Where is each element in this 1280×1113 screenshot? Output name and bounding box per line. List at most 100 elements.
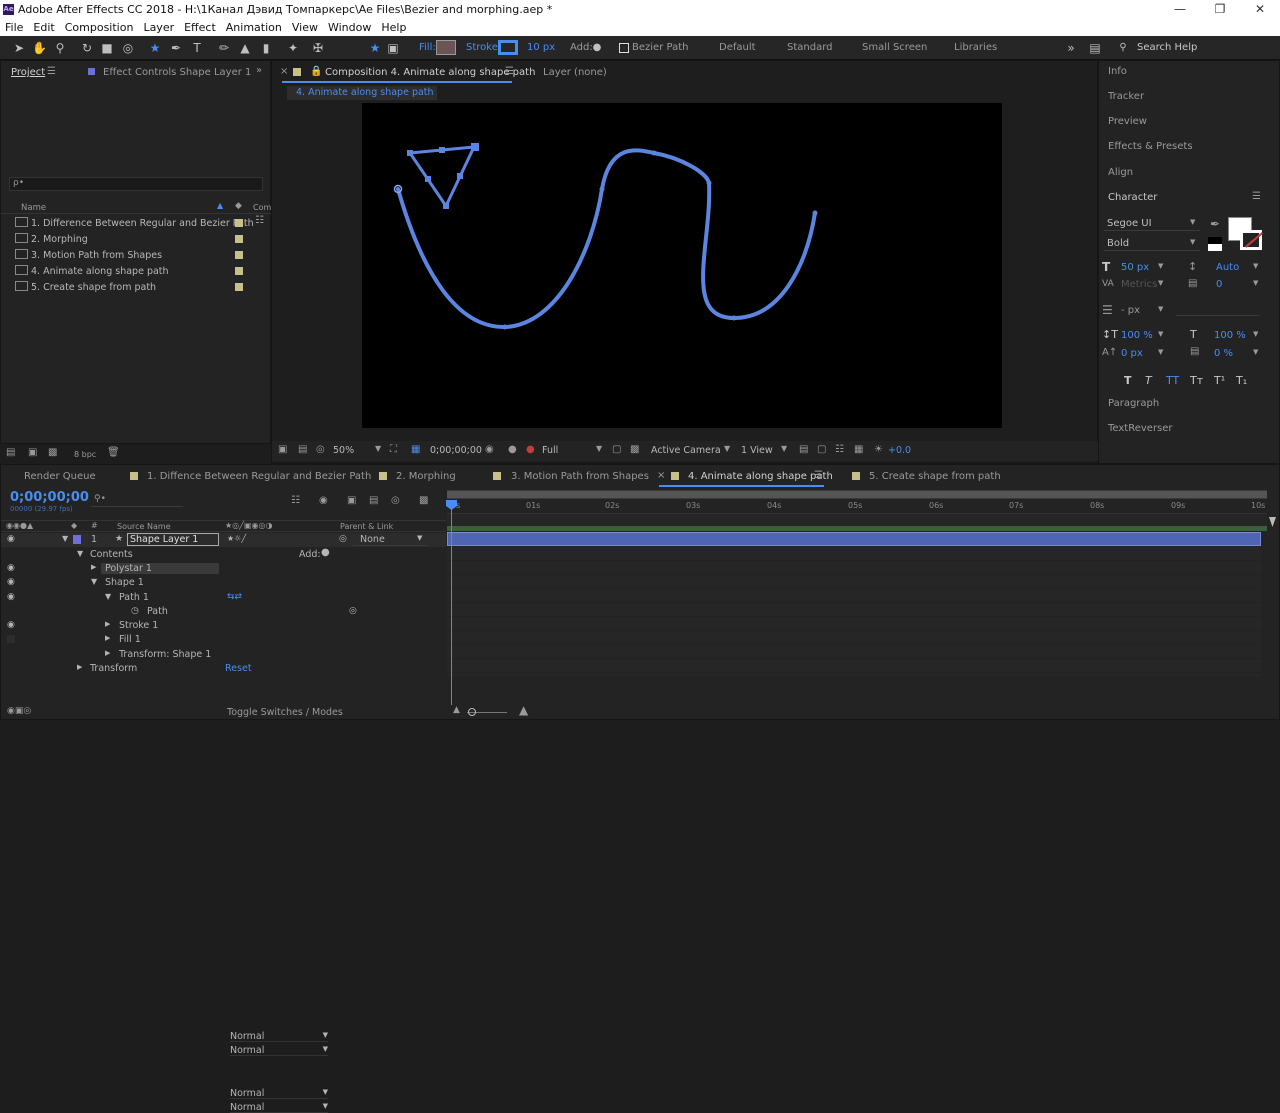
- work-area-bar[interactable]: [447, 490, 1267, 499]
- work-area-range[interactable]: [447, 491, 1267, 498]
- new-composition-icon[interactable]: ▩: [48, 447, 57, 458]
- layer-switches-icon[interactable]: ★☼╱: [227, 534, 246, 543]
- workspace-default[interactable]: Default: [719, 42, 756, 53]
- transparency-grid-icon[interactable]: ▦: [411, 444, 420, 455]
- path-direction-icon[interactable]: ⇆⇄: [227, 592, 242, 602]
- motion-blur-icon[interactable]: ◎: [391, 495, 400, 506]
- font-family-select[interactable]: Segoe UI ▼: [1104, 217, 1200, 231]
- kerning-value[interactable]: Metrics: [1121, 279, 1157, 290]
- search-icon[interactable]: ⚲: [1116, 41, 1130, 55]
- visibility-eye-icon[interactable]: ◉: [7, 620, 15, 630]
- project-item[interactable]: 5. Create shape from path: [15, 281, 156, 295]
- tab-comp-4[interactable]: 4. Animate along shape path: [688, 471, 833, 482]
- chevron-down-icon[interactable]: ▼: [1158, 262, 1163, 270]
- color-channel-icon[interactable]: ●: [508, 444, 517, 455]
- bezier-path-checkbox[interactable]: [619, 43, 629, 53]
- project-item[interactable]: 4. Animate along shape path: [15, 265, 169, 279]
- blend-mode-select[interactable]: Normal ▼: [230, 1031, 328, 1042]
- hand-tool-icon[interactable]: ✋: [32, 41, 47, 55]
- views-select[interactable]: 1 View: [741, 445, 773, 456]
- menu-file[interactable]: File: [0, 20, 28, 36]
- trash-icon[interactable]: 🗑: [107, 447, 120, 458]
- layer-switches-toggle-icon[interactable]: ◉▣◎: [7, 706, 31, 716]
- workspace-standard[interactable]: Standard: [787, 42, 833, 53]
- workspace-menu-icon[interactable]: ▤: [1088, 41, 1102, 55]
- expand-triangle-icon[interactable]: ▼: [62, 534, 68, 543]
- eyedropper-icon[interactable]: ✒: [1210, 217, 1220, 231]
- chevron-down-icon[interactable]: ▼: [1253, 330, 1258, 338]
- exposure-value[interactable]: +0.0: [888, 445, 911, 456]
- pen-tool-icon[interactable]: ✒: [169, 41, 183, 55]
- label-swatch[interactable]: [235, 283, 243, 291]
- search-help-input[interactable]: Search Help: [1137, 42, 1197, 53]
- label-swatch[interactable]: [235, 267, 243, 275]
- pixel-aspect-icon[interactable]: ▤: [799, 444, 808, 455]
- project-item[interactable]: 3. Motion Path from Shapes: [15, 249, 162, 263]
- zoom-out-icon[interactable]: ▲: [453, 705, 460, 715]
- tab-layer[interactable]: Layer (none): [543, 67, 607, 78]
- transform-shape-row[interactable]: ▶ Transform: Shape 1: [1, 648, 446, 662]
- chevron-down-icon[interactable]: ▼: [1253, 348, 1258, 356]
- layer-row[interactable]: ◉ ▼ 1 ★ Shape Layer 1 ★☼╱ ◎ None ▼: [1, 533, 446, 547]
- sort-up-icon[interactable]: ▲: [217, 201, 223, 210]
- tab-menu-icon[interactable]: ☰: [814, 470, 823, 481]
- panel-info[interactable]: Info: [1108, 66, 1127, 77]
- mask-option-icon[interactable]: ▣: [386, 41, 400, 55]
- chevron-down-icon[interactable]: ▼: [417, 534, 422, 542]
- selection-tool-icon[interactable]: ➤: [12, 41, 26, 55]
- superscript-button[interactable]: T¹: [1214, 374, 1225, 387]
- font-size-value[interactable]: 50 px: [1121, 262, 1149, 273]
- draft-3d-icon[interactable]: ◉: [319, 495, 328, 506]
- toggle-switches-modes[interactable]: Toggle Switches / Modes: [227, 707, 343, 718]
- chevron-down-icon[interactable]: ▼: [1158, 305, 1163, 313]
- project-menu-icon[interactable]: ☰: [47, 66, 56, 77]
- interpret-footage-icon[interactable]: ▤: [6, 447, 15, 458]
- close-tab-icon[interactable]: ×: [657, 470, 665, 481]
- fill-row[interactable]: ▶ Fill 1: [1, 633, 446, 647]
- faux-bold-button[interactable]: T: [1124, 374, 1132, 387]
- leading-value[interactable]: Auto: [1216, 262, 1239, 273]
- tab-comp-3[interactable]: 3. Motion Path from Shapes: [511, 471, 649, 482]
- reset-link[interactable]: Reset: [225, 663, 252, 674]
- playhead-line[interactable]: [451, 500, 452, 705]
- layer-label-color[interactable]: [73, 535, 81, 544]
- rotate-tool-icon[interactable]: ↻: [80, 41, 94, 55]
- vertical-scale-value[interactable]: 100 %: [1121, 330, 1153, 341]
- chevron-down-icon[interactable]: ▼: [375, 444, 381, 453]
- graph-editor-icon[interactable]: ▩: [419, 495, 428, 506]
- project-item[interactable]: 1. Difference Between Regular and Bezier…: [15, 217, 254, 231]
- stroke-color-swatch[interactable]: [1240, 230, 1264, 250]
- roto-brush-tool-icon[interactable]: ✦: [286, 41, 300, 55]
- column-name[interactable]: Name: [21, 203, 46, 213]
- flowchart-view-icon[interactable]: ▦: [854, 444, 863, 455]
- shape-layer-canvas[interactable]: [362, 103, 1002, 428]
- timeline-timecode[interactable]: 0;00;00;00: [10, 490, 89, 505]
- font-style-select[interactable]: Bold ▼: [1104, 237, 1200, 251]
- chevron-down-icon[interactable]: ▼: [1158, 330, 1163, 338]
- vr-icon[interactable]: ▤: [298, 444, 307, 455]
- expand-triangle-icon[interactable]: ▼: [105, 592, 111, 601]
- tab-render-queue[interactable]: Render Queue: [24, 471, 96, 482]
- subscript-button[interactable]: T₁: [1236, 374, 1247, 387]
- panel-tracker[interactable]: Tracker: [1108, 91, 1144, 102]
- menu-layer[interactable]: Layer: [138, 20, 179, 36]
- tab-comp-5[interactable]: 5. Create shape from path: [869, 471, 1001, 482]
- shape-row[interactable]: ◉ ▼ Shape 1: [1, 576, 446, 590]
- blend-mode-select[interactable]: Normal ▼: [230, 1045, 328, 1056]
- menu-window[interactable]: Window: [323, 20, 376, 36]
- source-name-header[interactable]: Source Name: [117, 522, 171, 531]
- black-white-swatch[interactable]: [1208, 237, 1222, 251]
- stroke-width-value[interactable]: 10 px: [527, 42, 555, 53]
- current-time[interactable]: 0;00;00;00: [430, 445, 482, 456]
- tab-menu-icon[interactable]: ☰: [505, 66, 514, 77]
- type-tool-icon[interactable]: T: [190, 41, 204, 55]
- camera-tool-icon[interactable]: ■: [100, 41, 114, 55]
- visibility-eye-icon[interactable]: ◉: [7, 534, 15, 544]
- workspace-libraries[interactable]: Libraries: [954, 42, 997, 53]
- comp-breadcrumb[interactable]: 4. Animate along shape path: [287, 86, 437, 100]
- timeline-search-input[interactable]: ⚲•: [91, 494, 183, 507]
- new-folder-icon[interactable]: ▣: [28, 447, 37, 458]
- project-item[interactable]: 2. Morphing: [15, 233, 88, 247]
- toggle-transparency-icon[interactable]: ▩: [630, 444, 639, 455]
- all-caps-button[interactable]: TT: [1166, 374, 1179, 387]
